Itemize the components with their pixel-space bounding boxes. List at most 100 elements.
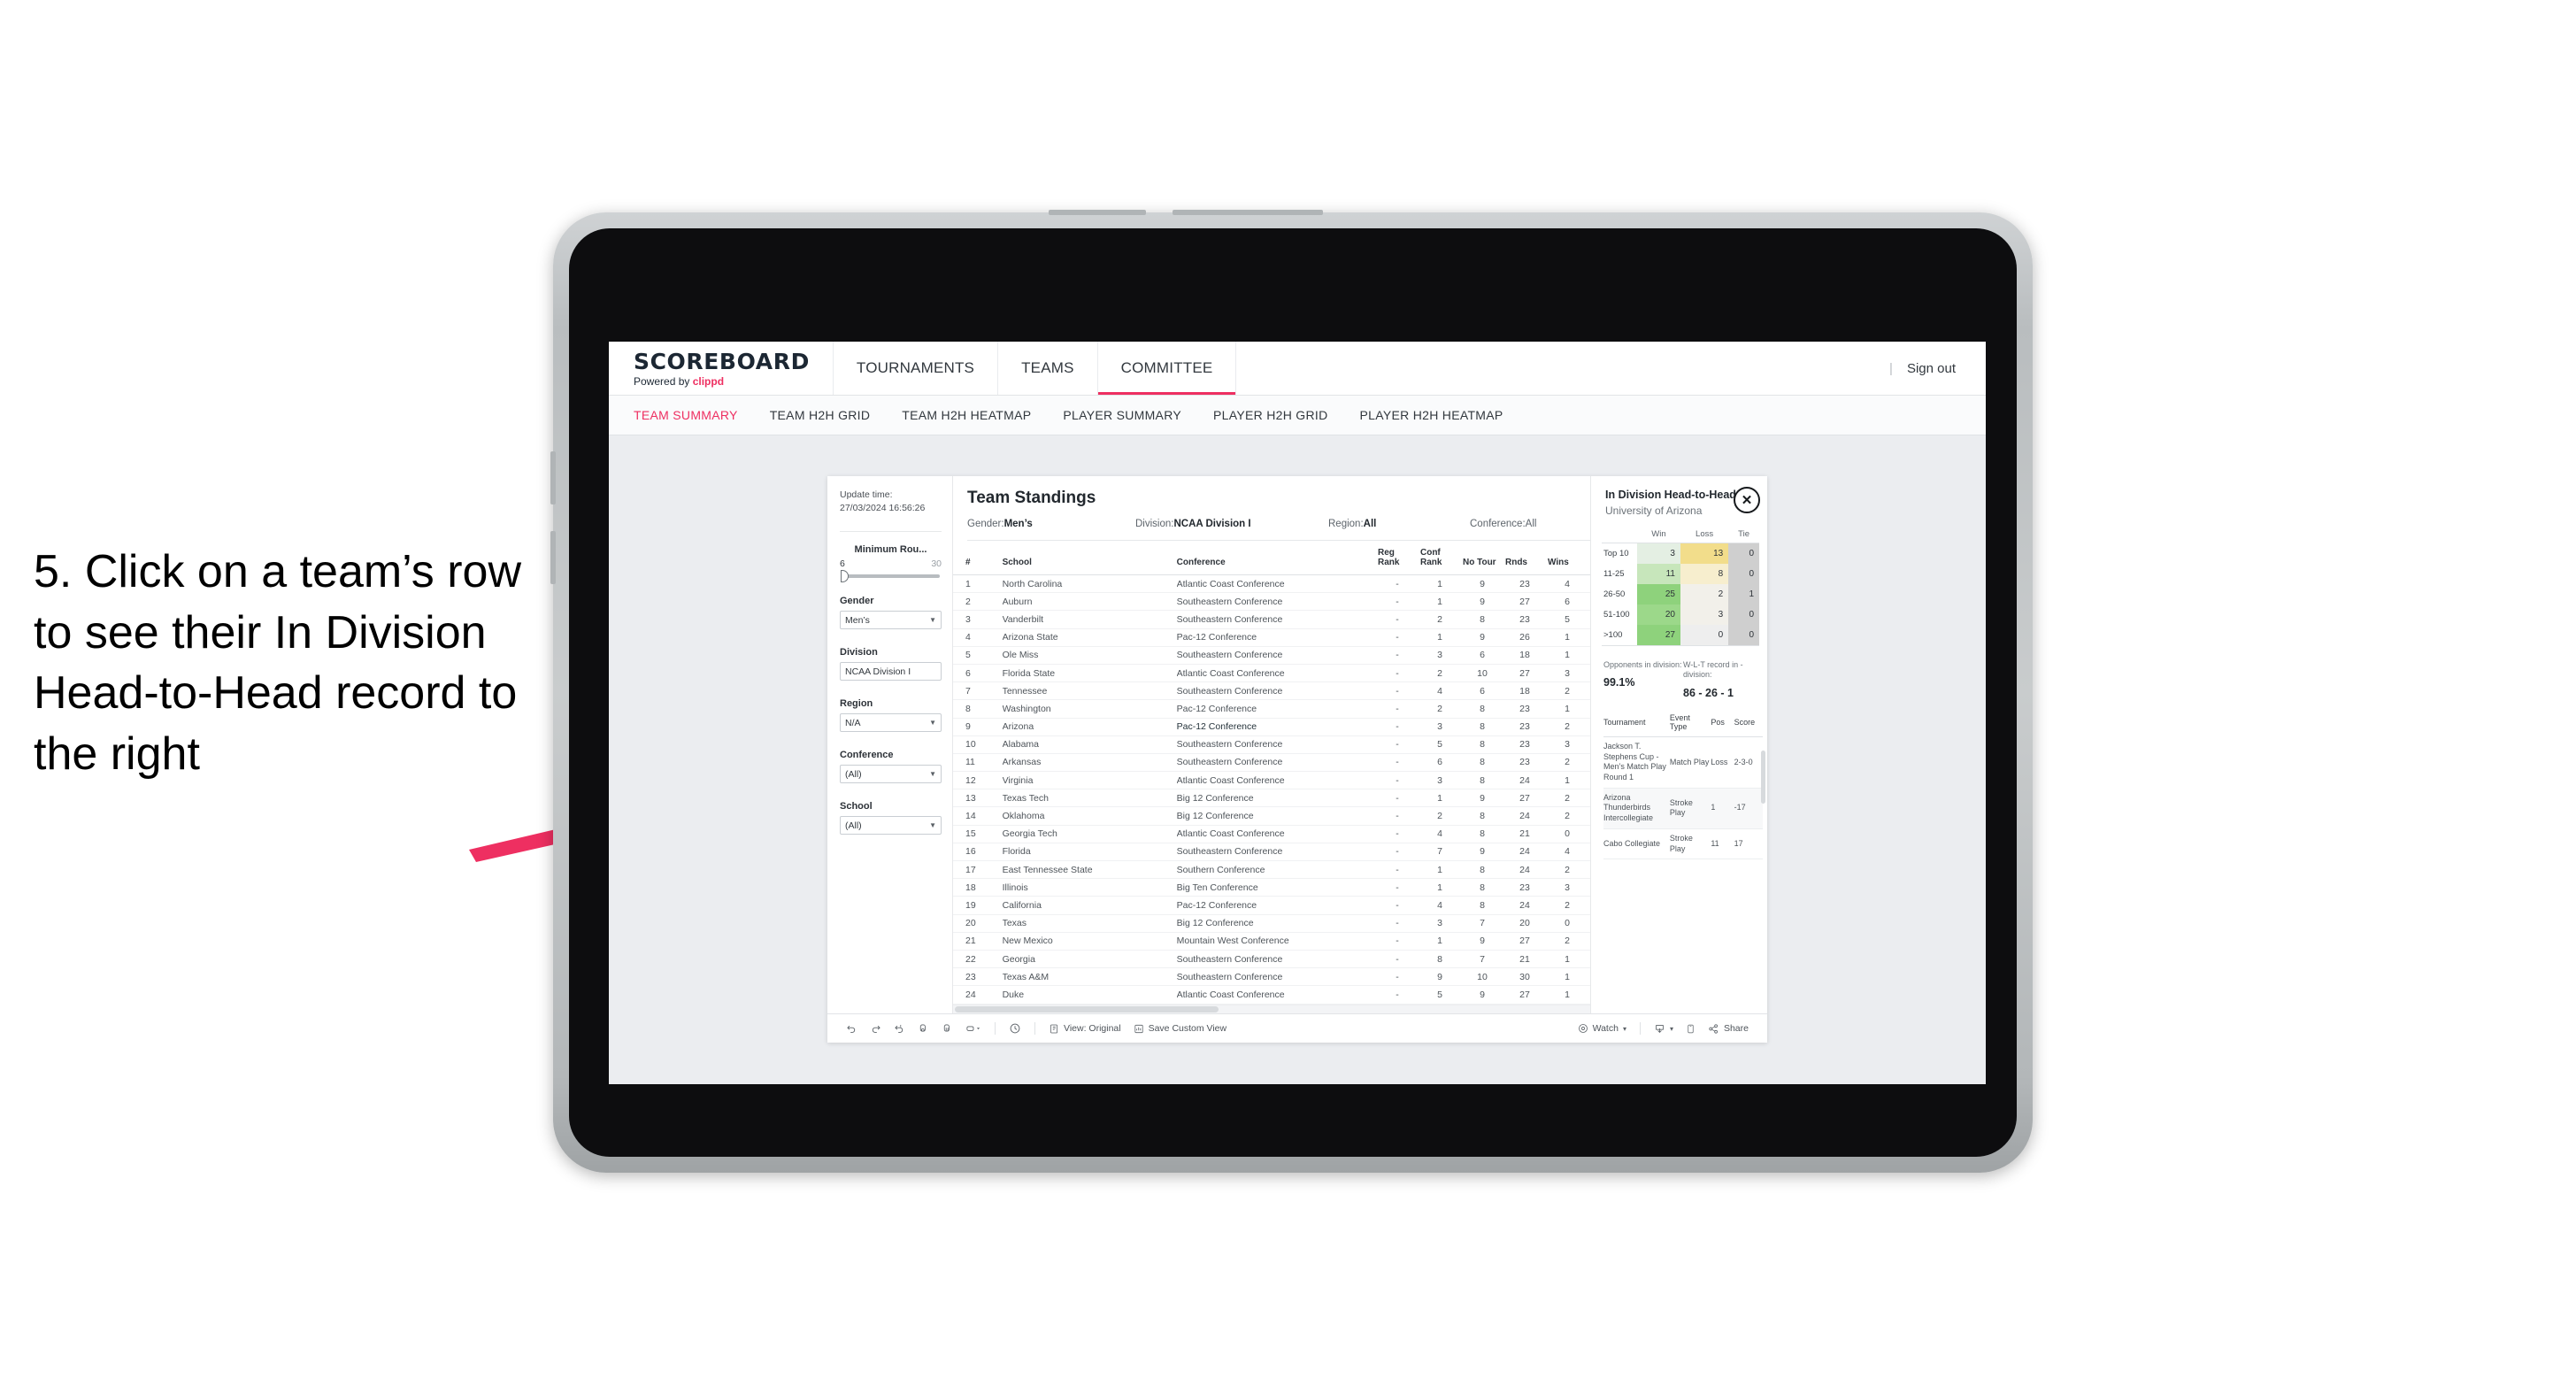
download-button[interactable]: ▾ — [1648, 1023, 1680, 1035]
col-rank[interactable]: # — [953, 541, 1003, 575]
nav-tournaments[interactable]: TOURNAMENTS — [834, 342, 999, 395]
pos-cell: 1 — [1711, 788, 1734, 829]
table-row[interactable]: 1 North Carolina Atlantic Coast Conference… — [953, 574, 1590, 594]
horizontal-scrollbar[interactable] — [953, 1005, 1590, 1013]
table-row[interactable]: 9 Arizona Pac-12 Conference -3 8 23 2 — [953, 718, 1590, 736]
meta-conference-key: Conference: — [1470, 519, 1526, 529]
school-cell: Texas A&M — [1002, 967, 1177, 987]
table-row[interactable]: 24 Duke Atlantic Coast Conference -5 9 27 1 — [953, 985, 1590, 1005]
conf-rank-cell: 1 — [1419, 789, 1463, 808]
rank-cell: 21 — [953, 932, 1003, 951]
table-row[interactable]: 4 Arizona State Pac-12 Conference -1 9 26 1 — [953, 628, 1590, 647]
nav-teams[interactable]: TEAMS — [998, 342, 1098, 395]
tab-team-summary[interactable]: TEAM SUMMARY — [634, 408, 738, 422]
table-row[interactable]: 11 Arkansas Southeastern Conference -6 8 23 2 — [953, 753, 1590, 773]
tab-player-h2h-grid[interactable]: PLAYER H2H GRID — [1213, 408, 1328, 422]
filter-division-select[interactable]: NCAA Division I — [840, 662, 942, 681]
col-no-tour[interactable]: No Tour — [1462, 541, 1505, 575]
update-time-value: 27/03/2024 16:56:26 — [840, 503, 926, 514]
filter-region-select[interactable]: N/A ▼ — [840, 713, 942, 733]
filter-conference-value: (All) — [845, 768, 862, 780]
filter-school-select[interactable]: (All) ▼ — [840, 816, 942, 835]
filter-conference-select[interactable]: (All) ▼ — [840, 765, 942, 784]
meta-conference: Conference: All — [1470, 519, 1536, 529]
view-original-button[interactable]: View: Original — [1042, 1023, 1127, 1035]
slider-knob[interactable] — [841, 570, 849, 583]
wins-cell: 2 — [1547, 896, 1590, 915]
reg-rank-cell: - — [1377, 735, 1420, 754]
tournament-header-row: Tournament Event Type Pos Score — [1603, 713, 1763, 737]
tournament-row[interactable]: Arizona Thunderbirds Intercollegiate Stro… — [1603, 788, 1763, 829]
table-row[interactable]: 12 Virginia Atlantic Coast Conference -3 8 24… — [953, 771, 1590, 790]
wins-cell: 3 — [1547, 735, 1590, 754]
toolbar-divider-3 — [1639, 1022, 1641, 1035]
rnds-cell: 21 — [1504, 950, 1548, 969]
revert-icon[interactable] — [888, 1023, 911, 1035]
tab-team-h2h-heatmap[interactable]: TEAM H2H HEATMAP — [902, 408, 1031, 422]
col-school[interactable]: School — [1002, 541, 1177, 575]
wins-cell: 5 — [1547, 610, 1590, 629]
rank-cell: 22 — [953, 950, 1003, 969]
redo-icon[interactable] — [864, 1023, 888, 1035]
col-conf-rank[interactable]: Conf Rank — [1419, 541, 1463, 575]
save-custom-view-button[interactable]: Save Custom View — [1127, 1023, 1234, 1035]
refresh-data-icon[interactable] — [911, 1023, 935, 1035]
tournament-table: Tournament Event Type Pos Score Jackson … — [1603, 713, 1763, 860]
tab-player-summary[interactable]: PLAYER SUMMARY — [1063, 408, 1181, 422]
table-row[interactable]: 21 New Mexico Mountain West Conference -1 9 2… — [953, 932, 1590, 951]
col-conference[interactable]: Conference — [1176, 541, 1378, 575]
slider-track[interactable] — [841, 570, 940, 583]
undo-icon[interactable] — [840, 1023, 864, 1035]
slider-min: 6 — [840, 558, 845, 570]
tablet-frame: SCOREBOARD Powered by clippd TOURNAMENTS… — [550, 210, 2033, 1173]
table-row[interactable]: 14 Oklahoma Big 12 Conference -2 8 24 2 — [953, 806, 1590, 826]
table-row[interactable]: 6 Florida State Atlantic Coast Conference -… — [953, 664, 1590, 683]
h2h-vertical-scrollbar[interactable] — [1761, 751, 1765, 804]
col-reg-rank[interactable]: Reg Rank — [1377, 541, 1420, 575]
table-row[interactable]: 7 Tennessee Southeastern Conference -4 6 18 2 — [953, 681, 1590, 701]
col-wins[interactable]: Wins — [1547, 541, 1590, 575]
table-row[interactable]: 13 Texas Tech Big 12 Conference -1 9 27 2 — [953, 789, 1590, 808]
table-row[interactable]: 5 Ole Miss Southeastern Conference -3 6 18 1 — [953, 646, 1590, 665]
tournament-row[interactable]: Jackson T. Stephens Cup - Men’s Match Pl… — [1603, 736, 1763, 789]
filter-gender-select[interactable]: Men’s ▼ — [840, 611, 942, 630]
history-icon[interactable] — [1003, 1022, 1027, 1035]
table-row[interactable]: 19 California Pac-12 Conference -4 8 24 2 — [953, 896, 1590, 915]
conference-cell: Atlantic Coast Conference — [1176, 985, 1378, 1005]
scrollbar-thumb[interactable] — [955, 1006, 1219, 1013]
share-label: Share — [1723, 1023, 1749, 1034]
share-button[interactable]: Share — [1702, 1023, 1755, 1035]
conf-rank-cell: 5 — [1419, 735, 1463, 754]
table-row[interactable]: 10 Alabama Southeastern Conference -5 8 23 3 — [953, 735, 1590, 754]
table-row[interactable]: 23 Texas A&M Southeastern Conference -9 10 30… — [953, 967, 1590, 987]
table-row[interactable]: 2 Auburn Southeastern Conference -1 9 27 6 — [953, 592, 1590, 612]
table-row[interactable]: 22 Georgia Southeastern Conference -8 7 21 1 — [953, 950, 1590, 969]
tab-team-h2h-grid[interactable]: TEAM H2H GRID — [770, 408, 871, 422]
pause-updates-icon[interactable] — [935, 1023, 959, 1035]
table-row[interactable]: 16 Florida Southeastern Conference -7 9 24 4 — [953, 843, 1590, 862]
tab-player-h2h-heatmap[interactable]: PLAYER H2H HEATMAP — [1360, 408, 1503, 422]
watch-button[interactable]: Watch ▾ — [1572, 1023, 1633, 1034]
table-row[interactable]: 8 Washington Pac-12 Conference -2 8 23 1 — [953, 699, 1590, 719]
close-icon[interactable]: ✕ — [1734, 487, 1760, 513]
signout-link[interactable]: Sign out — [1907, 361, 1956, 376]
table-row[interactable]: 3 Vanderbilt Southeastern Conference -2 8 23 5 — [953, 610, 1590, 629]
h2h-win-cell: 20 — [1637, 604, 1680, 625]
reg-rank-cell: - — [1377, 664, 1420, 683]
highlighter-icon[interactable] — [959, 1023, 988, 1035]
standings-meta: Gender: Men’s Division: NCAA Division I … — [967, 519, 1590, 541]
table-row[interactable]: 18 Illinois Big Ten Conference -1 8 23 3 — [953, 878, 1590, 897]
table-row[interactable]: 17 East Tennessee State Southern Conferenc… — [953, 860, 1590, 880]
table-row[interactable]: 15 Georgia Tech Atlantic Coast Conference -… — [953, 825, 1590, 843]
wins-cell: 3 — [1547, 878, 1590, 897]
rank-cell: 13 — [953, 789, 1003, 808]
nav-committee[interactable]: COMMITTEE — [1097, 342, 1237, 395]
table-row[interactable]: 20 Texas Big 12 Conference -3 7 20 0 — [953, 914, 1590, 933]
rnds-cell: 24 — [1504, 860, 1548, 880]
col-rnds[interactable]: Rnds — [1504, 541, 1548, 575]
h2h-tie-cell: 0 — [1728, 563, 1759, 584]
tournament-row[interactable]: Cabo Collegiate Stroke Play 11 17 — [1603, 828, 1763, 860]
no-tour-cell: 8 — [1462, 771, 1505, 790]
device-preview-button[interactable] — [1680, 1023, 1702, 1035]
conf-rank-cell: 2 — [1419, 699, 1463, 719]
